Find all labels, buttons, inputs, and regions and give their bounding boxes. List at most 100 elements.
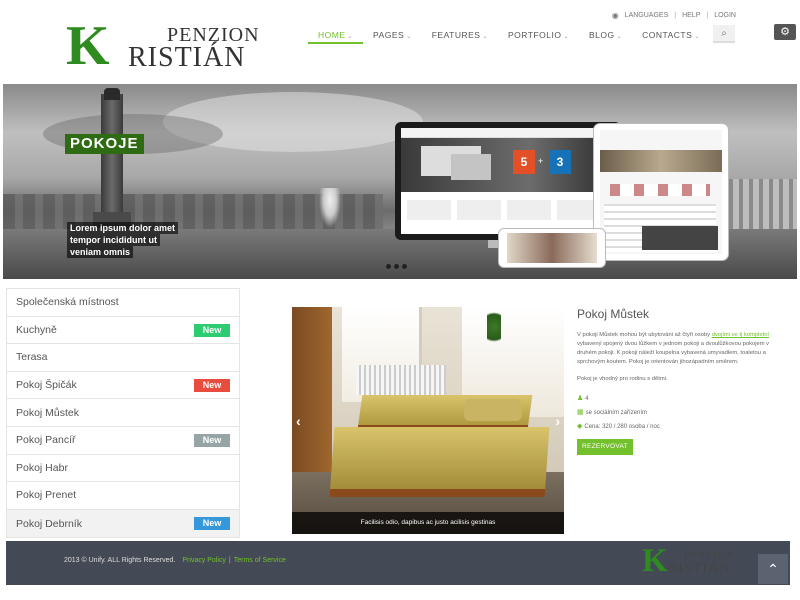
separator: | <box>674 12 677 19</box>
room-description: V pokoji Můstek mohou být ubytováni až č… <box>577 331 777 367</box>
room-list-label: Pokoj Debrník <box>16 517 82 530</box>
chevron-up-icon: ⌃ <box>767 561 779 577</box>
login-link[interactable]: LOGIN <box>714 12 736 19</box>
room-carousel: ‹ › Facilisis odio, dapibus ac justo aci… <box>292 307 564 534</box>
languages-link[interactable]: LANGUAGES <box>625 12 669 19</box>
nav-label: PORTFOLIO <box>507 30 562 40</box>
room-list-item[interactable]: Pokoj Debrník New <box>7 509 239 538</box>
nav-label: HOME <box>318 30 346 40</box>
separator: | <box>228 557 231 564</box>
room-suitability: Pokoj je vhodný pro rodinu s dětmi. <box>577 376 668 382</box>
room-list-item[interactable]: Kuchyně New <box>7 317 239 345</box>
room-photo <box>329 427 550 497</box>
gear-icon: ⚙ <box>780 26 790 38</box>
tag-icon: ◆ <box>577 423 583 430</box>
new-badge: New <box>194 433 230 447</box>
room-photo <box>464 399 522 421</box>
search-button[interactable]: ⌕ <box>713 25 735 43</box>
room-description-link[interactable]: dvojími ve tj kompletní <box>712 332 769 338</box>
slide-caption-line: Lorem ipsum dolor amet <box>67 222 179 234</box>
room-details: Pokoj Můstek V pokoji Můstek mohou být u… <box>577 307 777 455</box>
brand-line2: RISTIÁN <box>128 42 246 73</box>
plus-icon: + <box>538 156 544 166</box>
bath-icon: ▦ <box>577 409 584 416</box>
device-phone <box>498 228 606 268</box>
room-title: Pokoj Můstek <box>577 307 650 321</box>
nav-label: PAGES <box>373 30 405 40</box>
room-list: Společenská místnost Kuchyně New Terasa P… <box>6 288 240 539</box>
nav-pages[interactable]: PAGES ⌄ <box>363 26 422 44</box>
slide-column <box>104 88 120 100</box>
slider-dot[interactable] <box>402 264 407 269</box>
user-icon: ♟ <box>577 395 584 402</box>
brand-line1: PENZION <box>684 550 734 561</box>
back-to-top-button[interactable]: ⌃ <box>758 554 788 584</box>
slide-caption-line: tempor incididunt ut <box>67 234 160 246</box>
search-icon: ⌕ <box>721 28 727 39</box>
terms-link[interactable]: Terms of Service <box>234 557 286 564</box>
screen-mock <box>451 154 491 180</box>
room-list-item[interactable]: Terasa <box>7 344 239 372</box>
footer-logo: K PENZION RISTIÁN <box>642 545 736 579</box>
room-price-value: Cena: 320 / 280 osoba / noc <box>584 424 660 430</box>
room-list-item[interactable]: Pokoj Habr <box>7 455 239 483</box>
new-badge: New <box>194 323 230 337</box>
chevron-down-icon: ⌄ <box>563 34 569 40</box>
privacy-link[interactable]: Privacy Policy <box>182 557 226 564</box>
carousel-next-icon[interactable]: › <box>555 413 560 429</box>
slider-dot[interactable] <box>394 264 399 269</box>
footer: 2013 © Unify. ALL Rights Reserved. Priva… <box>6 541 790 585</box>
room-list-label: Pokoj Prenet <box>16 489 77 502</box>
room-list-item[interactable]: Společenská místnost <box>7 289 239 317</box>
new-badge: New <box>194 378 230 392</box>
brand-k: K <box>66 15 110 77</box>
settings-button[interactable]: ⚙ <box>774 24 796 40</box>
slide-column <box>101 94 123 214</box>
nav-blog[interactable]: BLOG ⌄ <box>579 26 632 44</box>
screen-row <box>407 200 603 220</box>
nav-features[interactable]: FEATURES ⌄ <box>422 26 498 44</box>
chevron-down-icon: ⌄ <box>694 34 700 40</box>
room-list-item[interactable]: Pokoj Můstek <box>7 399 239 427</box>
phone-screen <box>507 233 597 263</box>
room-list-label: Kuchyně <box>16 323 57 336</box>
brand-line2: RISTIÁN <box>668 561 731 576</box>
slider-dot[interactable] <box>386 264 391 269</box>
tablet-people <box>610 184 710 196</box>
nav-contacts[interactable]: CONTACTS ⌄ <box>632 26 710 44</box>
help-link[interactable]: HELP <box>682 12 700 19</box>
slide-background <box>723 179 797 229</box>
chevron-down-icon: ⌄ <box>347 34 354 40</box>
carousel-prev-icon[interactable]: ‹ <box>296 413 301 429</box>
slider-pagination <box>386 264 407 269</box>
brand-logo[interactable]: K PENZION RISTIÁN <box>66 18 280 76</box>
monitor-screen: 5 + 3 <box>401 128 615 234</box>
room-list-item[interactable]: Pokoj Pancíř New <box>7 427 239 455</box>
reserve-button[interactable]: REZERVOVAT <box>577 439 633 455</box>
main-nav: HOME ⌄ PAGES ⌄ FEATURES ⌄ PORTFOLIO ⌄ BLOG ⌄ … <box>308 26 710 44</box>
nav-home[interactable]: HOME ⌄ <box>308 26 364 44</box>
tablet-panel <box>642 226 718 250</box>
nav-portfolio[interactable]: PORTFOLIO ⌄ <box>498 26 579 44</box>
nav-label: CONTACTS <box>642 30 693 40</box>
carousel-caption: Facilisis odio, dapibus ac justo acilisi… <box>292 512 564 534</box>
chevron-down-icon: ⌄ <box>616 34 623 40</box>
slide-title: POKOJE <box>65 134 144 154</box>
copyright-text: 2013 © Unify. ALL Rights Reserved. <box>64 557 176 564</box>
chevron-down-icon: ⌄ <box>406 34 412 40</box>
room-list-label: Pokoj Habr <box>16 461 68 474</box>
room-photo <box>487 307 501 347</box>
room-capacity-value: 4 <box>585 396 589 402</box>
room-list-item[interactable]: Pokoj Prenet <box>7 482 239 510</box>
device-tablet <box>594 124 728 260</box>
new-badge: New <box>194 516 230 530</box>
room-list-item[interactable]: Pokoj Špičák New <box>7 372 239 400</box>
room-bathroom: ▦ se sociálním zařízením <box>577 406 777 420</box>
nav-label: BLOG <box>588 30 615 40</box>
room-bathroom-value: se sociálním zařízením <box>585 410 647 416</box>
room-list-label: Pokoj Můstek <box>16 406 80 419</box>
slide-caption: Lorem ipsum dolor amet tempor incididunt… <box>67 222 179 258</box>
room-price: ◆ Cena: 320 / 280 osoba / noc <box>577 420 777 434</box>
globe-icon: ◉ <box>611 11 619 20</box>
footer-copyright: 2013 © Unify. ALL Rights Reserved. Priva… <box>64 557 286 564</box>
